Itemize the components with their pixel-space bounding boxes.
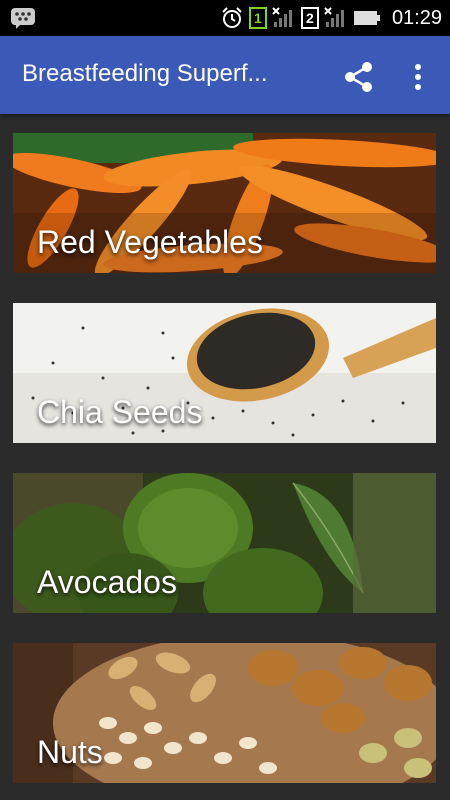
more-vert-icon[interactable]: [404, 58, 432, 96]
food-label: Red Vegetables: [37, 224, 263, 260]
clock: 01:29: [391, 6, 442, 29]
app-title: Breastfeeding Superf...: [22, 60, 268, 87]
food-card-nuts[interactable]: Nuts: [13, 643, 436, 783]
food-label: Chia Seeds: [37, 394, 203, 430]
alarm-icon: [222, 7, 242, 28]
sim1-indicator: 1: [248, 7, 267, 29]
app-bar: Breastfeeding Superf...: [0, 36, 450, 114]
share-icon[interactable]: [340, 58, 378, 96]
food-label: Avocados: [37, 564, 177, 600]
status-bar: 1 2 01:29: [0, 0, 450, 36]
food-card-avocados[interactable]: Avocados: [13, 473, 436, 613]
food-label: Nuts: [37, 734, 103, 770]
sim2-signal-icon: [324, 7, 344, 27]
bbm-icon: [11, 8, 35, 29]
sim1-signal-icon: [272, 7, 292, 27]
food-card-chia-seeds[interactable]: Chia Seeds: [13, 303, 436, 443]
food-card-red-vegetables[interactable]: Red Vegetables: [13, 133, 436, 273]
food-list: Red Vegetables Chia Seeds Avocados Nuts: [0, 114, 450, 800]
sim2-indicator: 2: [300, 7, 319, 29]
battery-icon: [353, 11, 380, 25]
